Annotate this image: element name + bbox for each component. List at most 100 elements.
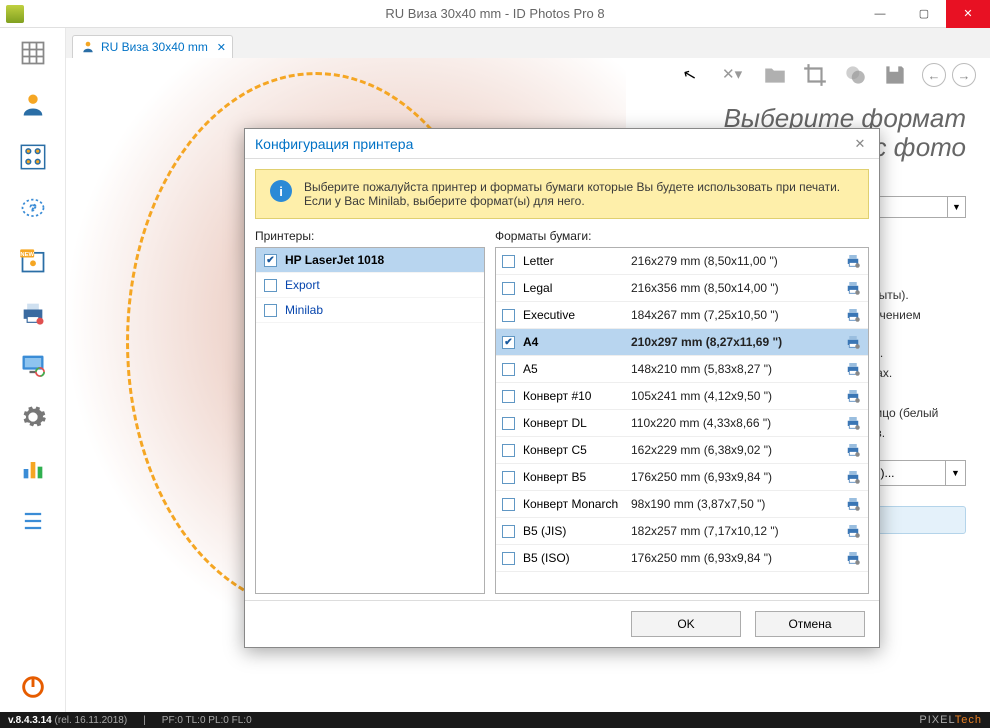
open-file-icon[interactable] — [762, 62, 788, 88]
stats-icon[interactable] — [16, 452, 50, 486]
checkbox[interactable] — [502, 282, 515, 295]
monitor-icon[interactable] — [16, 348, 50, 382]
format-row[interactable]: Конверт B5176x250 mm (6,93x9,84 ") — [496, 464, 868, 491]
format-dimensions: 176x250 mm (6,93x9,84 ") — [631, 551, 836, 565]
format-row[interactable]: Конверт #10 105x241 mm (4,12x9,50 ") — [496, 383, 868, 410]
svg-text:?: ? — [30, 202, 36, 214]
list-icon[interactable] — [16, 504, 50, 538]
format-dimensions: 148x210 mm (5,83x8,27 ") — [631, 362, 836, 376]
checkbox[interactable] — [502, 498, 515, 511]
format-row[interactable]: ✔A4210x297 mm (8,27x11,69 ") — [496, 329, 868, 356]
mouse-cursor-icon: ↖ — [681, 64, 699, 87]
format-row[interactable]: A5148x210 mm (5,83x8,27 ") — [496, 356, 868, 383]
formats-listbox[interactable]: Letter 216x279 mm (8,50x11,00 ") Legal216x… — [495, 247, 869, 594]
window-title: RU Виза 30x40 mm - ID Photos Pro 8 — [0, 6, 990, 21]
nav-back-button[interactable]: ← — [922, 63, 946, 87]
ok-button[interactable]: OK — [631, 611, 741, 637]
title-bar: RU Виза 30x40 mm - ID Photos Pro 8 — ▢ ✕ — [0, 0, 990, 28]
printer-settings-icon[interactable] — [844, 441, 862, 459]
format-dimensions: 98x190 mm (3,87x7,50 ") — [631, 497, 836, 511]
printer-name: HP LaserJet 1018 — [285, 253, 384, 267]
group-icon[interactable] — [16, 140, 50, 174]
format-name: B5 (JIS) — [523, 524, 623, 538]
dialog-info-text: Выберите пожалуйста принтер и форматы бу… — [304, 180, 854, 208]
printer-settings-icon[interactable] — [844, 333, 862, 351]
printer-settings-icon[interactable] — [844, 468, 862, 486]
format-dimensions: 110x220 mm (4,33x8,66 ") — [631, 416, 836, 430]
format-dimensions: 105x241 mm (4,12x9,50 ") — [631, 389, 836, 403]
format-row[interactable]: Конверт Monarch98x190 mm (3,87x7,50 ") — [496, 491, 868, 518]
format-dimensions: 162x229 mm (6,38x9,02 ") — [631, 443, 836, 457]
printer-settings-icon[interactable] — [844, 306, 862, 324]
save-icon[interactable] — [882, 62, 908, 88]
format-dimensions: 176x250 mm (6,93x9,84 ") — [631, 470, 836, 484]
format-row[interactable]: Executive184x267 mm (7,25x10,50 ") — [496, 302, 868, 329]
checkbox[interactable]: ✔ — [502, 336, 515, 349]
nav-forward-button[interactable]: → — [952, 63, 976, 87]
help-chat-icon[interactable]: ? — [16, 192, 50, 226]
crop-icon[interactable] — [802, 62, 828, 88]
format-row[interactable]: B5 (JIS) 182x257 mm (7,17x10,12 ") — [496, 518, 868, 545]
printer-settings-icon[interactable] — [844, 549, 862, 567]
printer-settings-icon[interactable] — [844, 495, 862, 513]
printer-settings-icon[interactable] — [844, 387, 862, 405]
checkbox[interactable] — [502, 552, 515, 565]
format-dimensions: 216x279 mm (8,50x11,00 ") — [631, 254, 836, 268]
close-tab-icon[interactable]: ✕▾ — [722, 62, 748, 88]
printer-row[interactable]: Export — [256, 273, 484, 298]
person-icon[interactable] — [16, 88, 50, 122]
printers-listbox[interactable]: ✔ HP LaserJet 1018 ExportMinilab — [255, 247, 485, 594]
layout-crop-icon[interactable] — [16, 36, 50, 70]
checkbox[interactable] — [502, 363, 515, 376]
checkbox[interactable] — [264, 304, 277, 317]
checkbox[interactable] — [502, 444, 515, 457]
checkbox[interactable] — [502, 525, 515, 538]
dialog-close-button[interactable]: ✕ — [851, 136, 869, 152]
chevron-down-icon[interactable]: ▼ — [945, 461, 965, 485]
printer-row[interactable]: ✔ HP LaserJet 1018 — [256, 248, 484, 273]
checkbox[interactable] — [264, 279, 277, 292]
format-dimensions: 182x257 mm (7,17x10,12 ") — [631, 524, 836, 538]
printer-row[interactable]: Minilab — [256, 298, 484, 323]
printer-settings-icon[interactable] — [844, 252, 862, 270]
format-row[interactable]: Конверт C5162x229 mm (6,38x9,02 ") — [496, 437, 868, 464]
printer-settings-icon[interactable] — [844, 360, 862, 378]
tab-close-icon[interactable]: ✕ — [217, 41, 226, 54]
checkbox[interactable]: ✔ — [264, 254, 277, 267]
printers-label: Принтеры: — [255, 229, 485, 243]
tab-label: RU Виза 30x40 mm — [101, 40, 208, 54]
format-name: B5 (ISO) — [523, 551, 623, 565]
format-name: Letter — [523, 254, 623, 268]
printer-settings-icon[interactable] — [844, 414, 862, 432]
color-adjust-icon[interactable] — [842, 62, 868, 88]
format-row[interactable]: Конверт DL110x220 mm (4,33x8,66 ") — [496, 410, 868, 437]
dialog-titlebar: Конфигурация принтера ✕ — [245, 129, 879, 159]
status-bar: v.8.4.3.14 (rel. 16.11.2018) | PF:0 TL:0… — [0, 712, 990, 728]
printer-icon[interactable] — [16, 296, 50, 330]
checkbox[interactable] — [502, 417, 515, 430]
format-dimensions: 210x297 mm (8,27x11,69 ") — [631, 335, 836, 349]
checkbox[interactable] — [502, 255, 515, 268]
dialog-title: Конфигурация принтера — [255, 136, 413, 152]
format-row[interactable]: Legal216x356 mm (8,50x14,00 ") — [496, 275, 868, 302]
top-toolbar: ✕▾ ← → — [722, 62, 976, 88]
tab-current[interactable]: RU Виза 30x40 mm ✕ — [72, 35, 233, 58]
checkbox[interactable] — [502, 309, 515, 322]
new-template-icon[interactable]: NEW — [16, 244, 50, 278]
printer-settings-icon[interactable] — [844, 522, 862, 540]
format-name: Конверт #10 — [523, 389, 623, 403]
format-row[interactable]: B5 (ISO) 176x250 mm (6,93x9,84 ") — [496, 545, 868, 572]
left-sidebar: ? NEW — [0, 28, 66, 712]
printer-settings-icon[interactable] — [844, 279, 862, 297]
format-row[interactable]: Letter 216x279 mm (8,50x11,00 ") — [496, 248, 868, 275]
version-label: v.8.4.3.14 (rel. 16.11.2018) — [8, 715, 127, 726]
svg-text:NEW: NEW — [20, 252, 34, 258]
formats-label: Форматы бумаги: — [495, 229, 869, 243]
checkbox[interactable] — [502, 471, 515, 484]
power-button[interactable] — [16, 670, 50, 704]
cancel-button[interactable]: Отмена — [755, 611, 865, 637]
settings-gear-icon[interactable] — [16, 400, 50, 434]
info-icon: i — [270, 180, 292, 202]
brand-logo: PIXELTech — [919, 714, 982, 726]
checkbox[interactable] — [502, 390, 515, 403]
